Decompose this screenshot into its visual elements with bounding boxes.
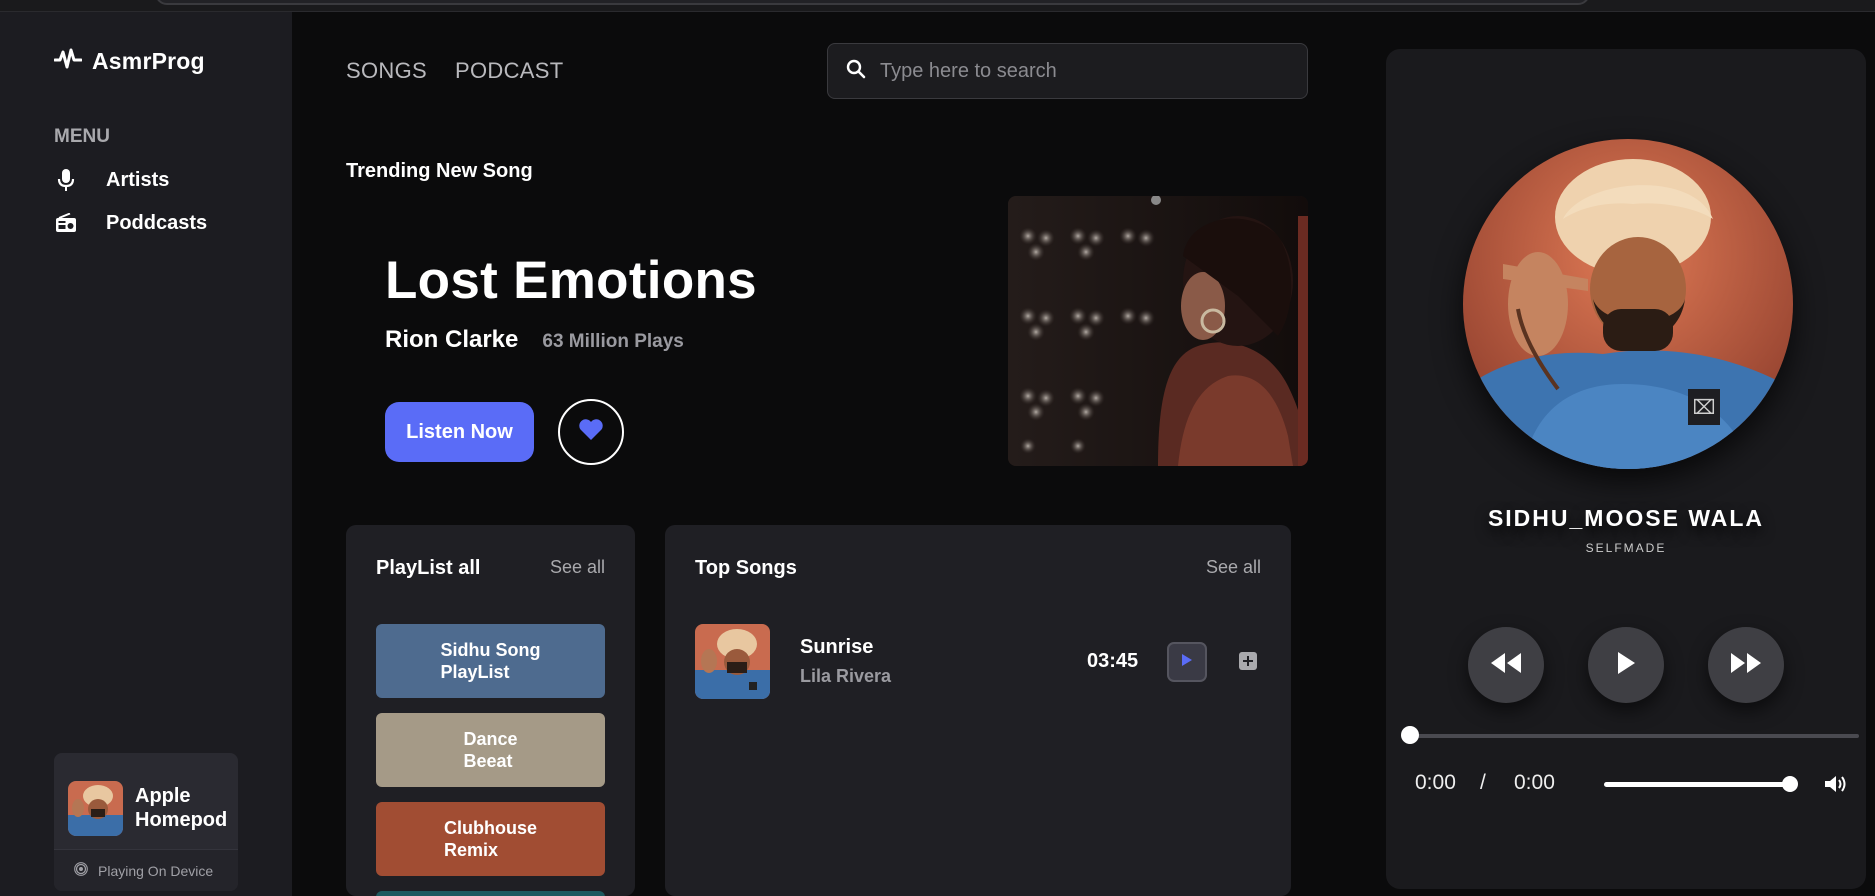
next-button[interactable]: [1708, 627, 1784, 703]
now-playing-panel: ⌧ SIDHU_MOOSE WALA SELFMADE 0:00 / 0:00: [1386, 49, 1866, 889]
rewind-icon: [1489, 651, 1523, 680]
browser-chrome: [0, 0, 1875, 12]
top-songs-panel: Top Songs See all Sunrise Lila Rivera 03…: [665, 525, 1291, 896]
pulse-icon: [53, 48, 83, 75]
previous-button[interactable]: [1468, 627, 1544, 703]
song-play-button[interactable]: [1167, 642, 1207, 682]
hero-title: Lost Emotions: [385, 251, 757, 310]
sidebar-item-label: Artists: [106, 168, 170, 191]
progress-handle[interactable]: [1401, 726, 1419, 744]
player-album: SELFMADE: [1585, 541, 1667, 555]
broadcast-icon: [74, 862, 88, 879]
tab-podcast[interactable]: PODCAST: [455, 58, 563, 84]
song-artist: Lila Rivera: [800, 666, 892, 686]
volume-slider[interactable]: [1604, 782, 1790, 787]
radio-icon: [54, 211, 78, 235]
play-button[interactable]: [1588, 627, 1664, 703]
add-to-playlist-button[interactable]: [1238, 651, 1258, 671]
song-duration: 03:45: [1087, 650, 1139, 672]
current-time: 0:00: [1415, 771, 1456, 794]
microphone-icon: [54, 168, 78, 192]
volume-handle[interactable]: [1782, 776, 1798, 792]
time-separator: /: [1480, 771, 1486, 794]
device-status: Playing On Device: [98, 862, 214, 879]
heart-icon: [578, 418, 604, 446]
search-bar: [827, 43, 1308, 99]
playlist-card[interactable]: Sidhu Song PlayList: [376, 624, 605, 698]
device-card[interactable]: Apple Homepod Playing On Device: [54, 753, 238, 891]
hero-meta: Rion Clarke 63 Million Plays: [385, 326, 684, 354]
address-bar[interactable]: [155, 0, 1590, 5]
playlist-panel: PlayList all See all Sidhu Song PlayList…: [346, 525, 635, 896]
menu-label: MENU: [54, 126, 110, 147]
sidebar-item-podcasts[interactable]: Poddcasts: [54, 208, 207, 238]
song-title: Sunrise: [800, 636, 874, 658]
playlist-label: Dance Beeat: [463, 729, 518, 771]
total-time: 0:00: [1514, 771, 1555, 794]
plus-square-icon: [1238, 652, 1258, 675]
device-thumbnail: [68, 780, 123, 836]
device-status-bar: Playing On Device: [54, 849, 238, 891]
device-name: Apple Homepod: [135, 785, 228, 831]
player-artist: SIDHU_MOOSE WALA: [1487, 505, 1765, 531]
app-logo[interactable]: AsmrProg: [53, 48, 205, 75]
search-input[interactable]: [880, 59, 1280, 83]
play-icon: [1181, 653, 1193, 672]
volume-icon[interactable]: [1823, 773, 1849, 795]
hero-artist: Rion Clarke: [385, 326, 519, 353]
svg-text:⌧: ⌧: [1692, 395, 1715, 419]
section-label: Trending New Song: [346, 160, 533, 182]
fast-forward-icon: [1729, 651, 1763, 680]
sidebar: AsmrProg MENU Artists Poddcasts Apple Ho…: [0, 12, 292, 896]
playlist-card-partial[interactable]: [376, 891, 605, 896]
favorite-button[interactable]: [558, 399, 624, 465]
see-all-link[interactable]: See all: [550, 557, 605, 578]
song-thumbnail: [695, 624, 770, 699]
album-cover: ⌧: [1463, 139, 1793, 469]
playlist-card[interactable]: Clubhouse Remix: [376, 802, 605, 876]
panel-title: PlayList all: [376, 557, 481, 579]
see-all-link[interactable]: See all: [1206, 557, 1261, 578]
sidebar-item-artists[interactable]: Artists: [54, 165, 169, 195]
progress-bar[interactable]: [1409, 734, 1859, 738]
search-icon: [846, 59, 866, 84]
song-row[interactable]: Sunrise Lila Rivera 03:45: [695, 624, 1261, 700]
hero-image: [1008, 196, 1308, 466]
playlist-label: Clubhouse Remix: [444, 818, 537, 860]
playlist-card[interactable]: Dance Beeat: [376, 713, 605, 787]
sidebar-item-label: Poddcasts: [106, 211, 208, 234]
hero-plays: 63 Million Plays: [542, 331, 684, 352]
app-name: AsmrProg: [92, 48, 205, 74]
playlist-label: Sidhu Song PlayList: [440, 640, 541, 682]
tab-songs[interactable]: SONGS: [346, 58, 427, 84]
listen-now-button[interactable]: Listen Now: [385, 402, 534, 462]
panel-title: Top Songs: [695, 557, 797, 579]
play-icon: [1615, 650, 1637, 681]
